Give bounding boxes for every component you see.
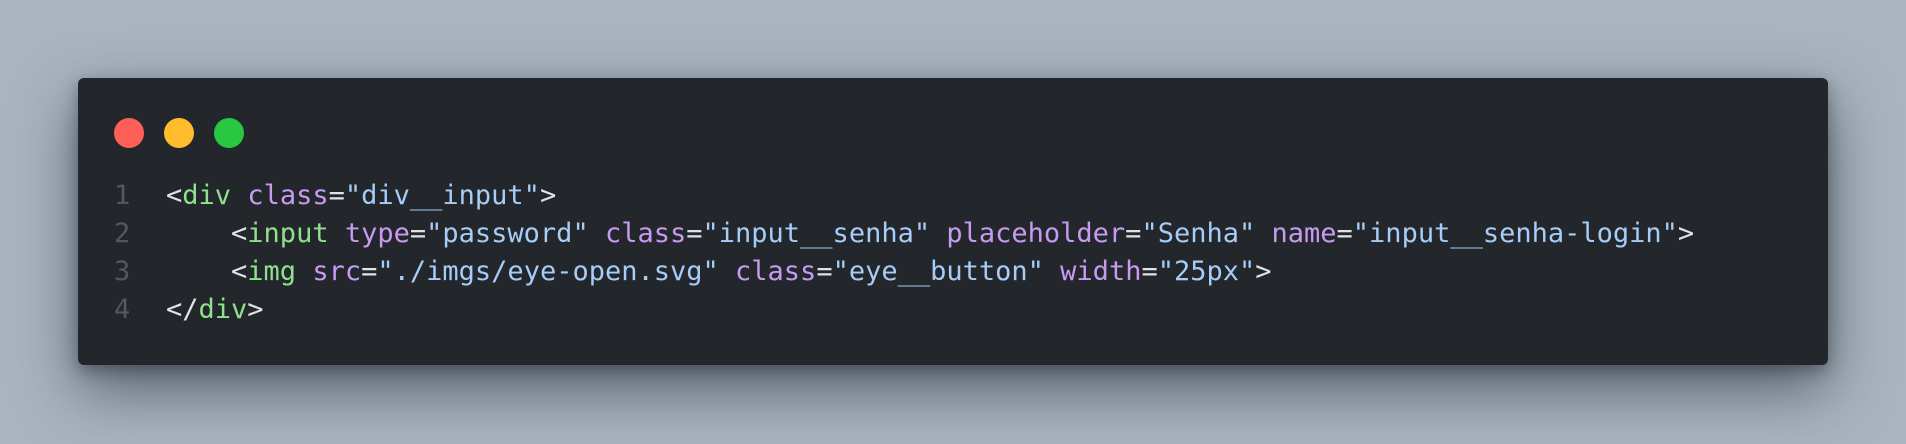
code-token-punct: =: [1125, 218, 1142, 249]
code-block: 1 <div class="div__input"> 2 <input type="…: [114, 177, 1694, 329]
code-line-content: <div class="div__input">: [166, 177, 556, 215]
code-line: 1 <div class="div__input">: [114, 177, 1694, 215]
code-token-punct: [231, 180, 247, 211]
code-token-punct: <: [166, 180, 183, 211]
code-token-str: "div__input": [344, 180, 540, 211]
line-number: 2: [114, 218, 131, 249]
code-token-attr: class: [735, 256, 817, 287]
code-line-content: <img src="./imgs/eye-open.svg" class="ey…: [166, 253, 1272, 291]
code-token-punct: </: [166, 294, 199, 325]
code-line-content: <input type="password" class="input__sen…: [166, 215, 1694, 253]
window-controls: [114, 118, 244, 148]
code-token-attr: placeholder: [946, 218, 1126, 249]
code-token-str: "25px": [1157, 256, 1256, 287]
code-token-punct: [719, 256, 735, 287]
code-token-punct: =: [328, 180, 345, 211]
code-token-attr: class: [247, 180, 329, 211]
code-token-attr: name: [1271, 218, 1337, 249]
code-token-attr: type: [344, 218, 410, 249]
code-token-punct: <: [231, 218, 248, 249]
code-token-str: "./imgs/eye-open.svg": [377, 256, 719, 287]
code-token-punct: [930, 218, 946, 249]
code-token-punct: [1255, 218, 1271, 249]
line-number: 4: [114, 294, 131, 325]
code-token-punct: =: [361, 256, 378, 287]
minimize-dot-icon[interactable]: [164, 118, 194, 148]
code-window: 1 <div class="div__input"> 2 <input type="…: [78, 78, 1828, 365]
code-token-punct: [589, 218, 605, 249]
code-token-tag: input: [247, 218, 329, 249]
code-token-punct: =: [409, 218, 427, 249]
code-token-str: "input__senha-login": [1352, 218, 1678, 249]
code-token-punct: [329, 218, 345, 249]
line-number: 3: [114, 256, 131, 287]
close-dot-icon[interactable]: [114, 118, 144, 148]
code-token-punct: =: [816, 256, 833, 287]
code-token-punct: >: [247, 294, 264, 325]
maximize-dot-icon[interactable]: [214, 118, 244, 148]
code-token-tag: div: [182, 180, 232, 211]
code-token-str: "eye__button": [832, 256, 1044, 287]
code-token-attr: src: [312, 256, 362, 287]
code-token-punct: >: [1677, 218, 1695, 249]
code-token-str: "password": [426, 218, 589, 249]
code-token-attr: width: [1060, 256, 1142, 287]
line-number: 1: [114, 180, 131, 211]
code-token-punct: [296, 256, 312, 287]
code-line: 4 </div>: [114, 291, 1694, 329]
code-token-punct: =: [1336, 218, 1353, 249]
code-token-punct: <: [231, 256, 248, 287]
code-token-punct: >: [1255, 256, 1272, 287]
code-token-tag: img: [247, 256, 297, 287]
code-line: 2 <input type="password" class="input__s…: [114, 215, 1694, 253]
code-token-str: "Senha": [1141, 218, 1256, 249]
code-line: 3 <img src="./imgs/eye-open.svg" class="…: [114, 253, 1694, 291]
code-token-str: "input__senha": [702, 218, 931, 249]
code-token-punct: =: [686, 218, 703, 249]
code-token-tag: div: [198, 294, 248, 325]
code-line-content: </div>: [166, 291, 264, 329]
code-token-punct: [1044, 256, 1060, 287]
code-token-punct: >: [539, 180, 557, 211]
code-token-punct: =: [1141, 256, 1158, 287]
code-token-attr: class: [604, 218, 687, 249]
